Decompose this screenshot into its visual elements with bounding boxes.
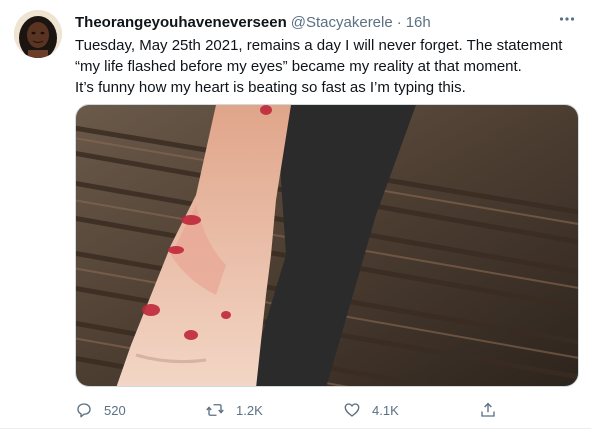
avatar-image — [14, 10, 62, 58]
tweet-text-line: It’s funny how my heart is beating so fa… — [75, 79, 466, 96]
retweet-button[interactable]: 1.2K — [205, 398, 263, 422]
tweet-actions: 520 1.2K 4.1K — [75, 398, 515, 422]
reply-count: 520 — [104, 402, 126, 418]
avatar[interactable] — [14, 10, 62, 58]
tweet-text: Tuesday, May 25th 2021, remains a day I … — [75, 35, 580, 98]
display-name[interactable]: Theorangeyouhaveneverseen — [75, 14, 287, 31]
header-separator: · — [396, 13, 402, 31]
tweet-header: Theorangeyouhaveneverseen @Stacyakerele … — [75, 12, 575, 32]
retweet-icon — [206, 404, 224, 416]
like-count: 4.1K — [372, 402, 399, 418]
reply-button[interactable]: 520 — [75, 398, 126, 422]
tweet[interactable]: Theorangeyouhaveneverseen @Stacyakerele … — [0, 0, 591, 429]
tweet-text-line: “my life flashed before my eyes” became … — [75, 58, 522, 75]
tweet-time[interactable]: 16h — [406, 14, 431, 31]
tweet-text-line: Tuesday, May 25th 2021, remains a day I … — [75, 37, 563, 54]
heart-icon — [344, 403, 360, 417]
more-button[interactable] — [554, 8, 580, 30]
share-icon — [481, 402, 495, 417]
like-button[interactable]: 4.1K — [343, 398, 399, 422]
photo-image — [76, 105, 578, 386]
reply-icon — [77, 403, 91, 418]
tweet-photo[interactable] — [75, 104, 579, 387]
share-button[interactable] — [479, 398, 497, 422]
user-handle[interactable]: @Stacyakerele — [291, 14, 393, 31]
more-dots-icon — [559, 17, 575, 21]
retweet-count: 1.2K — [236, 402, 263, 418]
